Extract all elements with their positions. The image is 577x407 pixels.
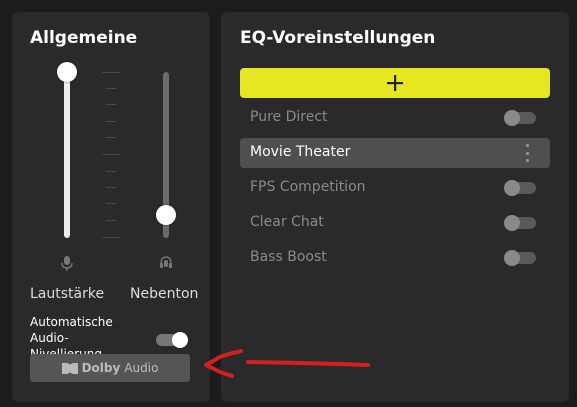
dolby-brand-text: Dolby xyxy=(81,361,121,375)
preset-label: Movie Theater xyxy=(250,144,351,160)
general-panel: Allgemeine Lautstärke Nebenton Automatis… xyxy=(12,12,210,402)
headset-mic-icon xyxy=(160,256,172,268)
eq-title: EQ-Voreinstellungen xyxy=(240,28,436,48)
preset-toggle[interactable] xyxy=(504,250,536,266)
preset-toggle[interactable] xyxy=(504,110,536,126)
preset-label: FPS Competition xyxy=(250,179,366,195)
volume-slider-track[interactable] xyxy=(64,72,70,238)
preset-label: Clear Chat xyxy=(250,214,324,230)
auto-leveling-toggle[interactable] xyxy=(156,332,188,348)
preset-fps-competition[interactable]: FPS Competition xyxy=(240,173,550,203)
sidetone-slider-knob[interactable] xyxy=(156,205,176,225)
dolby-suffix-text: Audio xyxy=(124,361,159,375)
volume-label: Lautstärke xyxy=(30,286,105,302)
microphone-icon xyxy=(61,256,73,271)
eq-panel: EQ-Voreinstellungen Pure Direct Movie Th… xyxy=(221,12,569,402)
general-title: Allgemeine xyxy=(30,28,138,48)
preset-clear-chat[interactable]: Clear Chat xyxy=(240,208,550,238)
preset-toggle[interactable] xyxy=(504,215,536,231)
preset-label: Bass Boost xyxy=(250,249,327,265)
dolby-audio-button[interactable]: Dolby Audio xyxy=(30,354,190,382)
sidetone-label: Nebenton xyxy=(130,286,199,302)
preset-pure-direct[interactable]: Pure Direct xyxy=(240,103,550,133)
preset-movie-theater[interactable]: Movie Theater xyxy=(240,138,550,168)
preset-toggle[interactable] xyxy=(504,180,536,196)
preset-label: Pure Direct xyxy=(250,109,328,125)
dolby-logo-icon xyxy=(61,362,78,374)
more-options-icon[interactable] xyxy=(526,144,530,162)
volume-slider-knob[interactable] xyxy=(57,62,77,82)
preset-bass-boost[interactable]: Bass Boost xyxy=(240,243,550,273)
plus-icon xyxy=(387,75,403,91)
add-preset-button[interactable] xyxy=(240,68,550,98)
auto-leveling-label: Automatische Audio-Nivellierung xyxy=(30,315,113,356)
